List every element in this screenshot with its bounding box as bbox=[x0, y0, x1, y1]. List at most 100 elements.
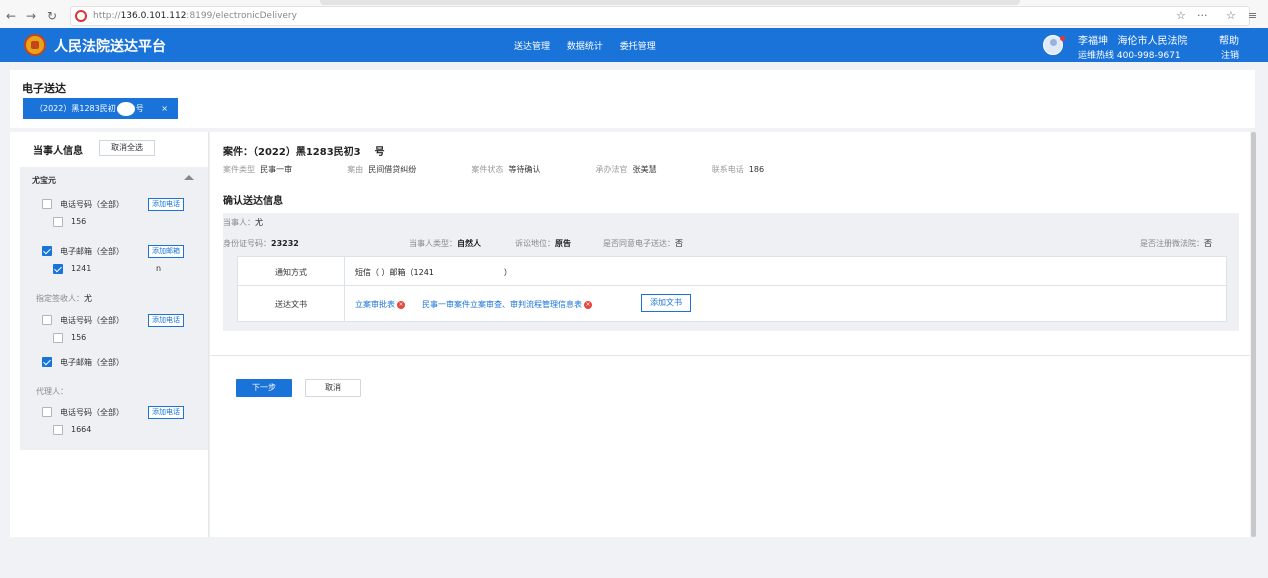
deselect-all-button[interactable]: 取消全选 bbox=[99, 140, 155, 156]
confirm-info-box: 当事人：尤 身份证号码：23232 当事人类型：自然人 诉讼地位：原告 是否同意… bbox=[223, 213, 1239, 331]
user-avatar[interactable] bbox=[1043, 35, 1065, 55]
menu-icon[interactable]: ≡ bbox=[1248, 9, 1257, 22]
designee-email-all-label: 电子邮箱（全部） bbox=[60, 358, 124, 367]
designee-phone-item-checkbox[interactable] bbox=[53, 333, 63, 343]
case-cause-key: 案由 bbox=[347, 165, 364, 174]
case-type-key: 案件类型 bbox=[223, 165, 255, 174]
add-document-button[interactable]: 添加文书 bbox=[641, 294, 691, 312]
phone-all-label: 电话号码（全部） bbox=[60, 200, 124, 209]
email-all-label: 电子邮箱（全部） bbox=[60, 247, 124, 256]
designee-add-phone-button[interactable]: 添加电话 bbox=[148, 314, 184, 327]
logout-link[interactable]: 注销 bbox=[1221, 48, 1239, 61]
email-item-value-end: n bbox=[156, 264, 162, 273]
help-link[interactable]: 帮助 bbox=[1219, 32, 1239, 47]
forward-icon[interactable]: → bbox=[24, 9, 38, 23]
party-sidebar: 当事人信息 取消全选 尤宝元 电话号码（全部） 添加电话 156 电子邮箱（全部… bbox=[10, 132, 209, 537]
party-list: 尤宝元 电话号码（全部） 添加电话 156 电子邮箱（全部） 添加邮箱 1241… bbox=[20, 167, 208, 450]
more-icon[interactable]: ··· bbox=[1197, 9, 1208, 22]
hotline: 运维热线 400-998-9671 bbox=[1078, 51, 1181, 61]
title-panel: 电子送达 （2022）黑1283民初 号 × bbox=[10, 70, 1255, 128]
url-text: http://136.0.101.112:8199/electronicDeli… bbox=[93, 11, 297, 21]
party-line: 当事人：尤 bbox=[223, 218, 263, 227]
designee-label: 指定签收人：尤 bbox=[36, 294, 92, 303]
email-all-checkbox[interactable] bbox=[42, 246, 52, 256]
nav-entrust-management[interactable]: 委托管理 bbox=[620, 42, 656, 52]
vertical-scrollbar[interactable] bbox=[1251, 132, 1256, 537]
sidebar-heading: 当事人信息 bbox=[33, 146, 83, 157]
delivery-table: 通知方式 短信（ ）邮箱（1241） 送达文书 立案审批表 × 民事一审案件立案审… bbox=[237, 256, 1227, 322]
designee-phone-item-value: 156 bbox=[71, 333, 87, 342]
case-tab-suffix: 号 bbox=[135, 104, 144, 113]
party-type: 当事人类型：自然人 bbox=[409, 239, 481, 248]
agent-phone-all-label: 电话号码（全部） bbox=[60, 408, 124, 417]
agent-phone-item-checkbox[interactable] bbox=[53, 425, 63, 435]
party-name: 尤宝元 bbox=[32, 176, 56, 185]
back-icon[interactable]: ← bbox=[4, 9, 18, 23]
favorites-icon[interactable]: ☆ bbox=[1226, 9, 1236, 22]
case-type-value: 民事一审 bbox=[260, 165, 293, 174]
method-value: 短信（ ）邮箱（1241） bbox=[355, 268, 512, 277]
email-item-value: 1241 bbox=[71, 264, 92, 273]
agent-phone-all-checkbox[interactable] bbox=[42, 407, 52, 417]
court-name: 海伦市人民法院 bbox=[1117, 36, 1188, 47]
court-emblem-icon bbox=[24, 34, 46, 56]
judge-key: 承办法官 bbox=[595, 165, 628, 174]
nav-delivery-management[interactable]: 送达管理 bbox=[514, 42, 550, 52]
collapse-chevron-icon[interactable] bbox=[184, 175, 194, 180]
tab-strip bbox=[320, 0, 1020, 5]
user-name: 李福坤 bbox=[1078, 36, 1108, 47]
close-tab-icon[interactable]: × bbox=[161, 98, 168, 119]
designee-email-all-checkbox[interactable] bbox=[42, 357, 52, 367]
phone-item-checkbox[interactable] bbox=[53, 217, 63, 227]
row-divider bbox=[238, 285, 1226, 286]
site-icon bbox=[75, 10, 87, 22]
agree-electronic: 是否同意电子送达：否 bbox=[603, 239, 683, 248]
remove-document-icon[interactable]: × bbox=[397, 300, 405, 309]
add-email-button[interactable]: 添加邮箱 bbox=[148, 245, 184, 258]
main-panel: 案件：（2022）黑1283民初3 号 案件类型 民事一审 案由 民间借贷纠纷 案… bbox=[210, 132, 1250, 537]
add-phone-button[interactable]: 添加电话 bbox=[148, 198, 184, 211]
column-divider bbox=[344, 257, 345, 321]
documents-label: 送达文书 bbox=[275, 300, 307, 309]
section-title: 确认送达信息 bbox=[223, 196, 283, 207]
app-header: 人民法院送达平台 送达管理 数据统计 委托管理 李福坤 海伦市人民法院 运维热线… bbox=[0, 28, 1268, 62]
top-nav: 送达管理 数据统计 委托管理 bbox=[514, 39, 670, 52]
section-divider bbox=[210, 355, 1250, 356]
document-link[interactable]: 立案审批表 bbox=[355, 300, 395, 309]
nav-statistics[interactable]: 数据统计 bbox=[567, 42, 603, 52]
contact-phone-value: 186 bbox=[748, 165, 765, 174]
judge-value: 张美慧 bbox=[632, 165, 657, 174]
remove-document-icon[interactable]: × bbox=[584, 300, 592, 309]
phone-item-value: 156 bbox=[71, 217, 87, 226]
case-tab[interactable]: （2022）黑1283民初 号 × bbox=[23, 98, 178, 119]
case-status-value: 等待确认 bbox=[508, 165, 541, 174]
email-item-checkbox[interactable] bbox=[53, 264, 63, 274]
agent-label: 代理人： bbox=[36, 387, 68, 396]
user-info: 李福坤 海伦市人民法院 bbox=[1078, 32, 1188, 47]
page-title: 电子送达 bbox=[22, 82, 66, 95]
reload-icon[interactable]: ↻ bbox=[45, 9, 59, 23]
designee-phone-all-label: 电话号码（全部） bbox=[60, 316, 124, 325]
designee-phone-all-checkbox[interactable] bbox=[42, 315, 52, 325]
document-item[interactable]: 民事一审案件立案审查、审判流程管理信息表 × bbox=[422, 299, 592, 310]
notification-dot bbox=[1060, 36, 1065, 41]
next-step-button[interactable]: 下一步 bbox=[236, 379, 292, 397]
document-item[interactable]: 立案审批表 × bbox=[355, 299, 405, 310]
wechat-court-registered: 是否注册微法院：否 bbox=[1140, 239, 1212, 248]
case-info-row: 案件类型 民事一审 案由 民间借贷纠纷 案件状态 等待确认 承办法官 张美慧 联… bbox=[223, 164, 764, 175]
agent-phone-item-value: 1664 bbox=[71, 425, 92, 434]
case-title: 案件：（2022）黑1283民初3 号 bbox=[223, 147, 385, 158]
contact-phone-key: 联系电话 bbox=[711, 165, 744, 174]
document-link[interactable]: 民事一审案件立案审查、审判流程管理信息表 bbox=[422, 300, 582, 309]
agent-add-phone-button[interactable]: 添加电话 bbox=[148, 406, 184, 419]
address-bar[interactable]: http://136.0.101.112:8199/electronicDeli… bbox=[70, 6, 1250, 26]
case-cause-value: 民间借贷纠纷 bbox=[368, 165, 417, 174]
bookmark-star-icon[interactable]: ☆ bbox=[1176, 9, 1186, 22]
method-label: 通知方式 bbox=[275, 268, 307, 277]
phone-all-checkbox[interactable] bbox=[42, 199, 52, 209]
case-status-key: 案件状态 bbox=[471, 165, 504, 174]
id-number: 身份证号码：23232 bbox=[223, 239, 299, 248]
cancel-button[interactable]: 取消 bbox=[305, 379, 361, 397]
litigation-role: 诉讼地位：原告 bbox=[515, 239, 571, 248]
brand-title: 人民法院送达平台 bbox=[54, 39, 166, 55]
